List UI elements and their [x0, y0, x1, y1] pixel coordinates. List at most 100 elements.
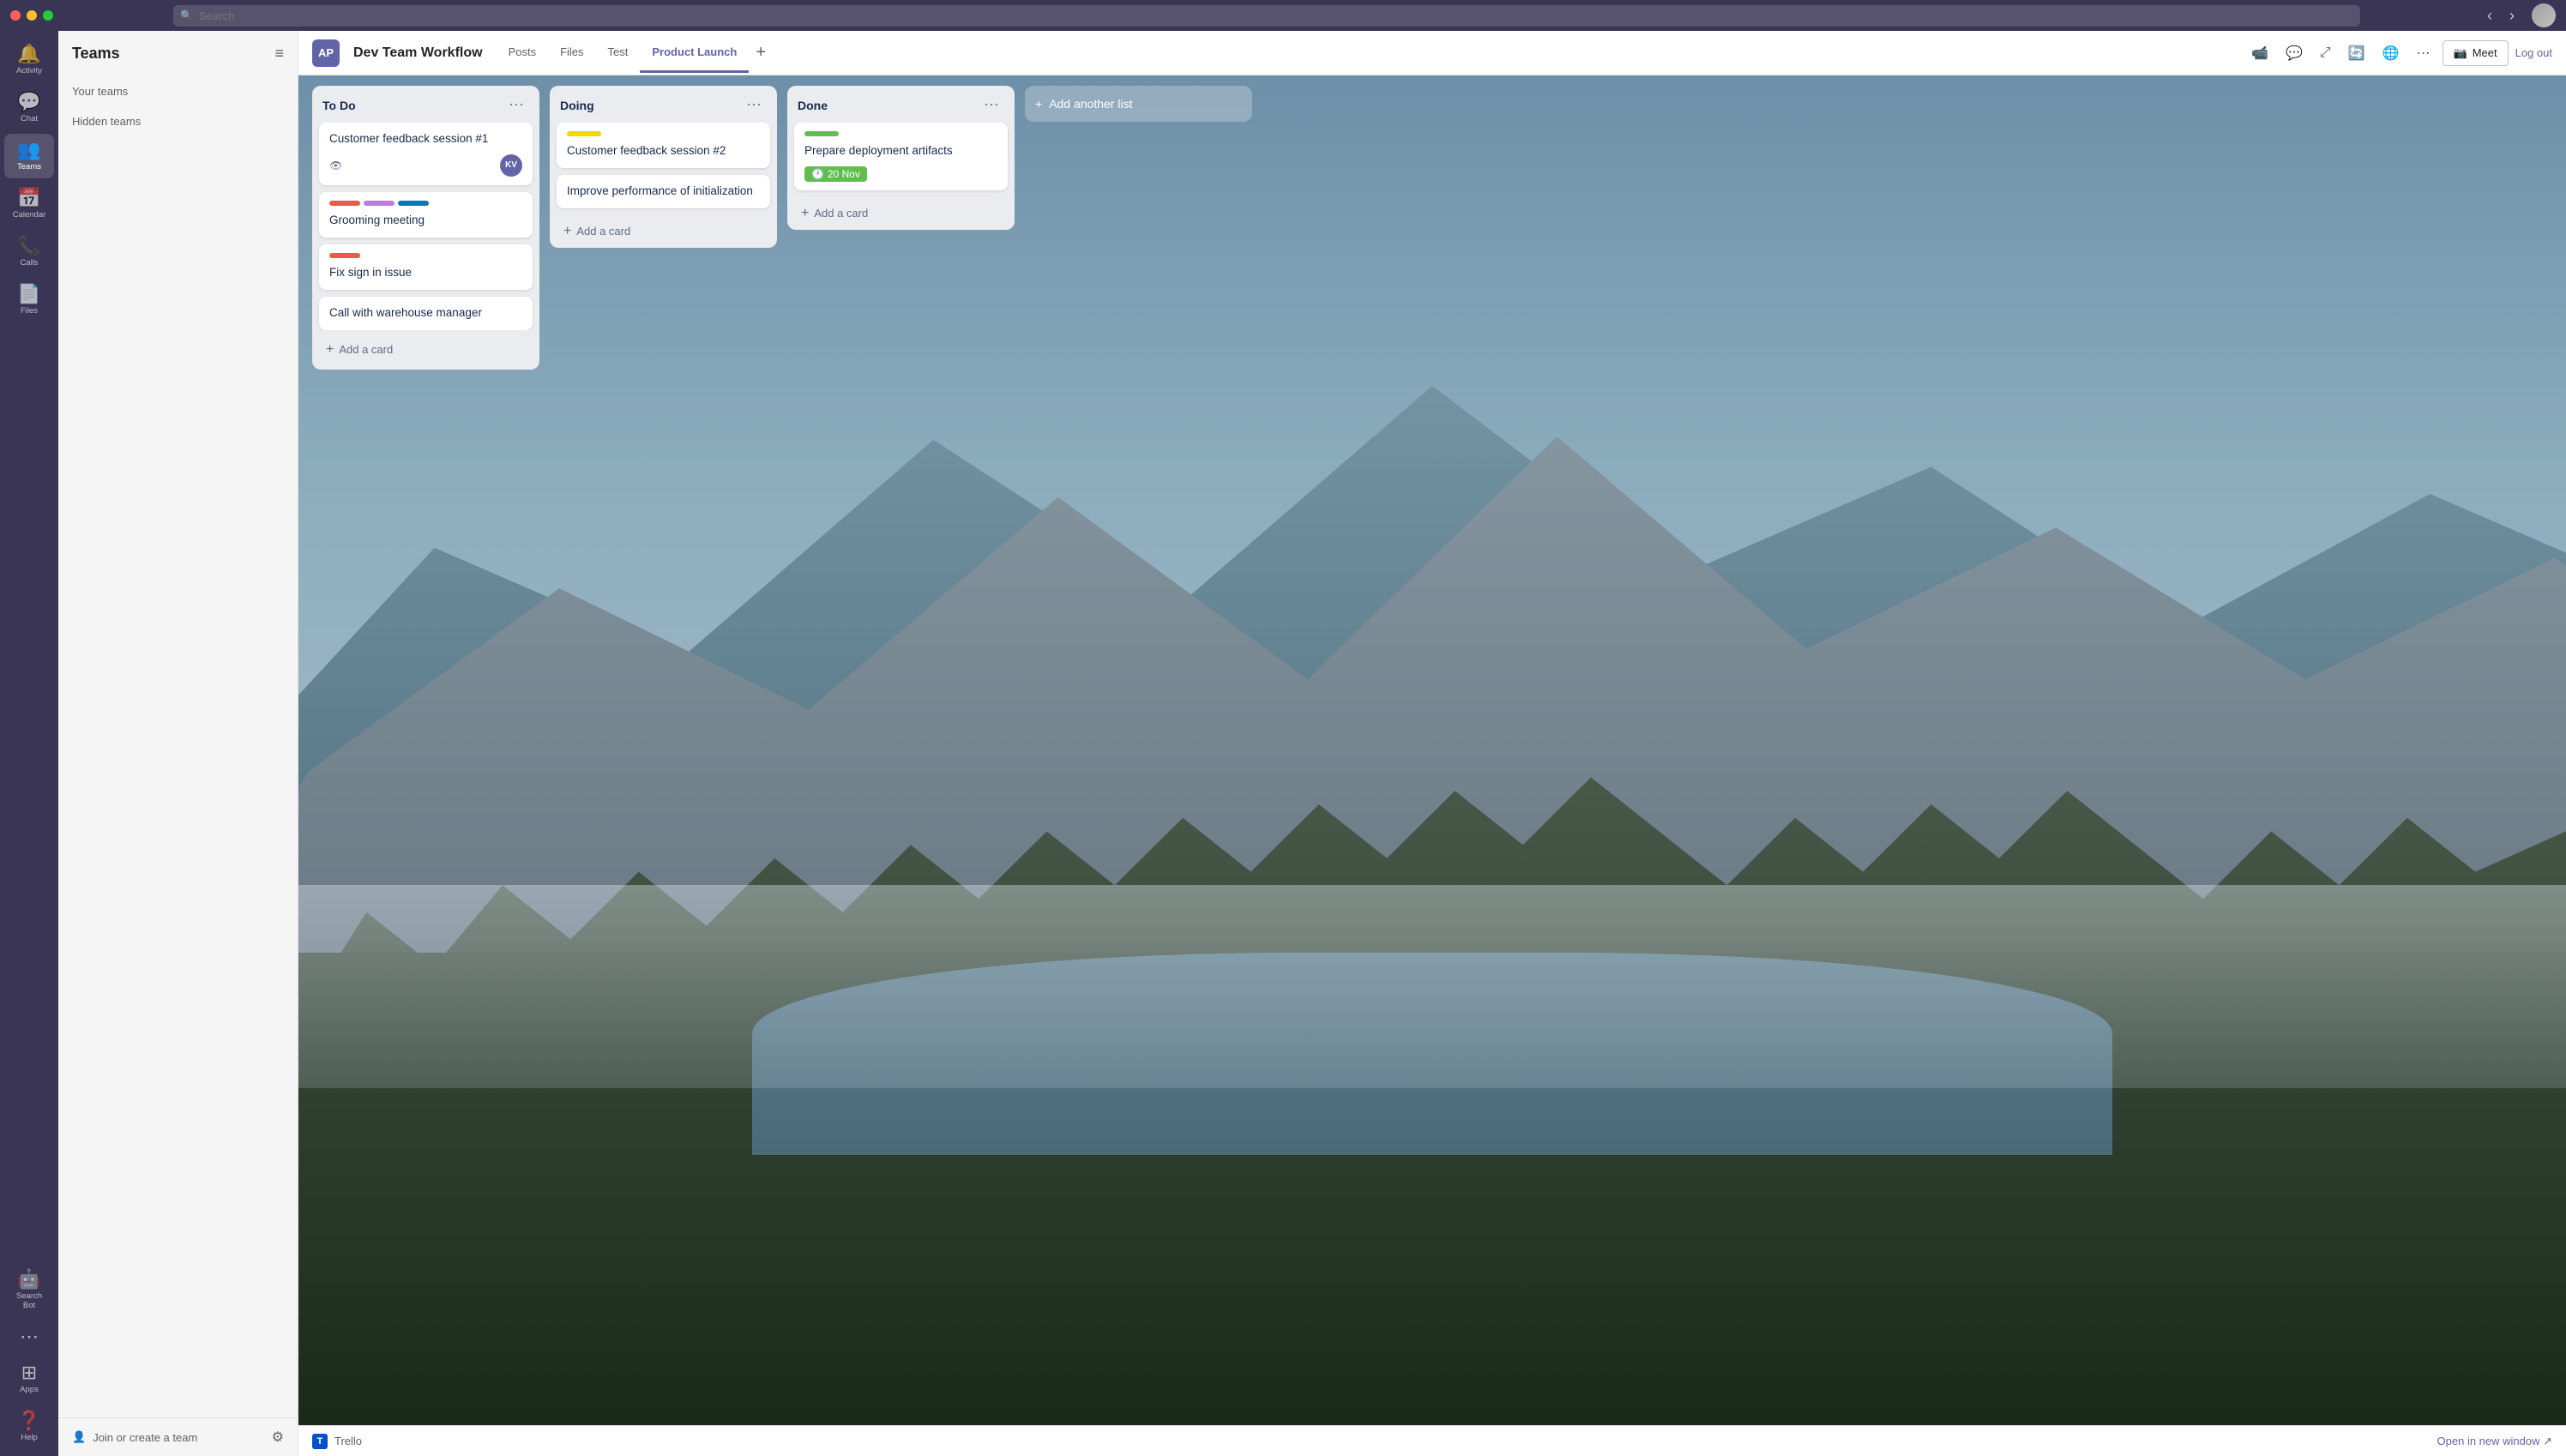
- teams-hidden-teams[interactable]: Hidden teams: [58, 106, 298, 136]
- activity-icon: 🔔: [17, 45, 40, 63]
- list-done: Done ⋯ Prepare deployment artifacts: [787, 86, 1015, 230]
- doing-add-card-row: + Add a card: [557, 215, 770, 248]
- team-icon: AP: [312, 39, 340, 67]
- list-todo: To Do ⋯ Customer feedback session #1 👁: [312, 86, 539, 370]
- teams-section: Your teams Hidden teams: [58, 73, 298, 140]
- teams-title: Teams: [72, 45, 120, 63]
- sidebar-item-more[interactable]: ⋯: [4, 1321, 54, 1353]
- sidebar-item-label-teams: Teams: [17, 162, 41, 171]
- list-doing-menu-button[interactable]: ⋯: [741, 94, 767, 116]
- list-todo-menu-button[interactable]: ⋯: [503, 94, 529, 116]
- card-labels: [329, 253, 522, 258]
- add-card-todo-button[interactable]: + Add a card: [319, 337, 533, 363]
- nav-back-button[interactable]: ‹: [2480, 3, 2499, 28]
- teams-settings-button[interactable]: ⚙: [272, 1429, 284, 1446]
- card-badges: 👁: [329, 159, 342, 171]
- add-tab-button[interactable]: +: [749, 39, 773, 66]
- card-deployment-artifacts[interactable]: Prepare deployment artifacts 🕐 20 Nov: [794, 123, 1008, 190]
- teams-your-teams[interactable]: Your teams: [58, 76, 298, 106]
- sidebar-item-chat[interactable]: 💬 Chat: [4, 86, 54, 130]
- due-date-badge: 🕐 20 Nov: [804, 166, 867, 182]
- nav-forward-button[interactable]: ›: [2503, 3, 2521, 28]
- tab-product-launch[interactable]: Product Launch: [640, 33, 749, 73]
- nav-tabs: Posts Files Test Product Launch +: [497, 33, 2232, 73]
- card-title: Customer feedback session #1: [329, 131, 522, 147]
- add-icon: +: [801, 206, 809, 221]
- logout-link[interactable]: Log out: [2515, 46, 2552, 59]
- card-labels: [329, 201, 522, 206]
- meet-button[interactable]: 📷 Meet: [2443, 40, 2509, 66]
- sidebar-item-files[interactable]: 📄 Files: [4, 278, 54, 322]
- trello-brand-label: Trello: [334, 1435, 362, 1447]
- add-list-button[interactable]: + Add another list: [1025, 86, 1252, 122]
- sidebar-item-calendar[interactable]: 📅 Calendar: [4, 182, 54, 226]
- help-icon: ❓: [17, 1411, 40, 1430]
- card-fix-sign-in[interactable]: Fix sign in issue: [319, 244, 533, 290]
- sidebar-item-teams[interactable]: 👥 Teams: [4, 134, 54, 178]
- list-done-menu-button[interactable]: ⋯: [979, 94, 1004, 116]
- window-controls: [10, 10, 53, 21]
- card-grooming-meeting[interactable]: Grooming meeting: [319, 192, 533, 238]
- more-action-button[interactable]: ⋯: [2412, 39, 2436, 67]
- chat-action-button[interactable]: 💬: [2280, 39, 2308, 67]
- sidebar-item-help[interactable]: ❓ Help: [4, 1405, 54, 1449]
- video-action-button[interactable]: 📹: [2246, 39, 2274, 67]
- app-body: 🔔 Activity 💬 Chat 👥 Teams 📅 Calendar 📞 C…: [0, 31, 2566, 1456]
- list-doing-header: Doing ⋯: [550, 86, 777, 123]
- sidebar-item-apps[interactable]: ⊞ Apps: [4, 1357, 54, 1401]
- main-content: AP Dev Team Workflow Posts Files Test Pr…: [298, 31, 2566, 1456]
- close-button[interactable]: [10, 10, 21, 21]
- card-footer: 🕐 20 Nov: [804, 166, 997, 182]
- maximize-button[interactable]: [43, 10, 53, 21]
- add-icon: +: [563, 224, 571, 239]
- refresh-action-button[interactable]: 🔄: [2343, 39, 2370, 67]
- nav-arrows: ‹ ›: [2480, 3, 2521, 28]
- list-todo-footer: + Add a card: [312, 330, 539, 370]
- minimize-button[interactable]: [27, 10, 37, 21]
- join-create-team-button[interactable]: 👤 Join or create a team: [72, 1430, 197, 1444]
- card-title: Customer feedback session #2: [567, 143, 760, 159]
- card-warehouse-manager[interactable]: Call with warehouse manager: [319, 297, 533, 330]
- sidebar-item-calls[interactable]: 📞 Calls: [4, 230, 54, 274]
- card-customer-feedback-2[interactable]: Customer feedback session #2: [557, 123, 770, 168]
- list-done-header: Done ⋯: [787, 86, 1015, 123]
- label-yellow: [567, 131, 601, 136]
- due-date-text: 20 Nov: [828, 168, 860, 180]
- add-icon: +: [326, 342, 334, 358]
- add-card-doing-button[interactable]: + Add a card: [557, 219, 770, 244]
- card-footer: 👁 KV: [329, 154, 522, 177]
- open-window-link[interactable]: Open in new window ↗: [2437, 1435, 2552, 1448]
- tab-posts[interactable]: Posts: [497, 33, 549, 73]
- add-card-label: Add a card: [576, 225, 630, 238]
- add-list-icon: +: [1035, 97, 1042, 111]
- globe-action-button[interactable]: 🌐: [2377, 39, 2405, 67]
- list-doing-cards: Customer feedback session #2 Improve per…: [550, 123, 777, 248]
- list-todo-cards: Customer feedback session #1 👁 KV: [312, 123, 539, 330]
- list-doing: Doing ⋯ Customer feedback session #2: [550, 86, 777, 248]
- sidebar-item-activity[interactable]: 🔔 Activity: [4, 38, 54, 82]
- card-customer-feedback-1[interactable]: Customer feedback session #1 👁 KV: [319, 123, 533, 185]
- card-title: Call with warehouse manager: [329, 305, 522, 322]
- lists-container: To Do ⋯ Customer feedback session #1 👁: [298, 75, 2566, 1408]
- sidebar-item-label-calendar: Calendar: [13, 210, 46, 220]
- expand-action-button[interactable]: ⤢: [2315, 40, 2336, 66]
- label-blue: [398, 201, 429, 206]
- card-labels: [567, 131, 760, 136]
- video-icon: 📷: [2454, 46, 2467, 60]
- nav-actions: 📹 💬 ⤢ 🔄 🌐 ⋯ 📷 Meet Log out: [2246, 39, 2552, 67]
- sidebar-item-search-bot[interactable]: 🤖 Search Bot: [4, 1263, 54, 1317]
- teams-panel: Teams ≡ Your teams Hidden teams 👤 Join o…: [58, 31, 298, 1456]
- add-card-done-button[interactable]: + Add a card: [794, 201, 1008, 226]
- search-bot-icon: 🤖: [17, 1270, 40, 1289]
- tab-test[interactable]: Test: [596, 33, 641, 73]
- search-input[interactable]: [173, 5, 2360, 27]
- teams-filter-button[interactable]: ≡: [274, 45, 284, 63]
- tab-files[interactable]: Files: [548, 33, 595, 73]
- card-improve-performance[interactable]: Improve performance of initialization: [557, 175, 770, 208]
- card-title: Improve performance of initialization: [567, 184, 760, 200]
- card-member-kv: KV: [500, 154, 522, 177]
- done-add-card-row: + Add a card: [794, 197, 1008, 230]
- avatar[interactable]: [2532, 3, 2556, 27]
- search-bar[interactable]: [173, 5, 2360, 27]
- calls-icon: 📞: [17, 237, 40, 256]
